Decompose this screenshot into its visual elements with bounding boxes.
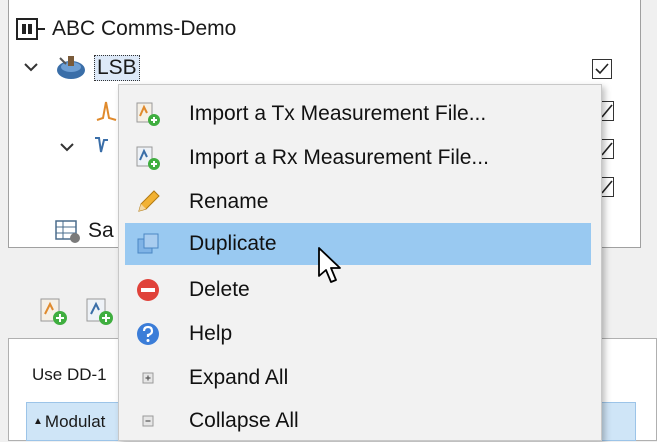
collapse-icon [142, 415, 154, 427]
import-tx-toolbar-button[interactable] [38, 296, 68, 326]
expand-icon [142, 372, 154, 384]
tree-item-tx-measurement[interactable] [96, 96, 118, 122]
menu-item-help[interactable]: Help [125, 313, 591, 355]
tree-item-save-label: Sa [88, 219, 114, 242]
mouse-pointer-icon [318, 247, 341, 283]
tree-root-row[interactable]: ABC Comms-Demo [16, 16, 236, 42]
satellite-icon [57, 56, 85, 79]
menu-item-duplicate[interactable]: Duplicate [125, 223, 591, 265]
menu-item-label: Rename [189, 190, 269, 213]
project-icon [16, 18, 45, 40]
context-menu: Import a Tx Measurement File... Import a… [118, 84, 602, 441]
menu-item-expand-all[interactable]: Expand All [125, 357, 591, 399]
spreadsheet-icon [55, 220, 80, 243]
tree-item-lsb[interactable]: LSB [54, 54, 140, 82]
use-dd-label: Use DD-1 [32, 365, 107, 384]
import-rx-toolbar-button[interactable] [84, 296, 114, 326]
help-icon [137, 323, 159, 345]
menu-item-label: Duplicate [189, 232, 277, 255]
spectrum-blue-icon [95, 137, 108, 153]
menu-item-label: Import a Tx Measurement File... [189, 102, 487, 125]
import-rx-icon [136, 146, 160, 170]
sort-ascending-icon: ▲ [33, 416, 43, 427]
delete-icon [137, 279, 159, 301]
menu-item-delete[interactable]: Delete [125, 269, 591, 311]
chevron-down-icon[interactable] [22, 58, 40, 76]
menu-item-label: Delete [189, 278, 250, 301]
menu-item-import-tx[interactable]: Import a Tx Measurement File... [125, 93, 591, 135]
menu-item-rename[interactable]: Rename [125, 181, 591, 223]
menu-item-label: Import a Rx Measurement File... [189, 146, 489, 169]
chevron-down-icon[interactable] [58, 138, 76, 156]
menu-item-label: Expand All [189, 366, 289, 389]
import-rx-icon [86, 298, 113, 325]
menu-item-collapse-all[interactable]: Collapse All [125, 400, 591, 442]
menu-item-label: Collapse All [189, 409, 299, 432]
lsb-checkbox[interactable] [592, 59, 612, 79]
pencil-icon [138, 190, 160, 212]
import-tx-icon [136, 102, 160, 126]
import-tx-icon [40, 298, 67, 325]
spectrum-orange-icon [96, 101, 117, 121]
tree-item-rx-measurement[interactable] [94, 134, 116, 160]
menu-item-import-rx[interactable]: Import a Rx Measurement File... [125, 137, 591, 179]
menu-item-label: Help [189, 322, 233, 345]
modulation-header-label: Modulat [44, 411, 106, 431]
tree-item-save[interactable]: Sa [54, 218, 114, 244]
tree-root-label: ABC Comms-Demo [52, 17, 237, 40]
duplicate-icon [137, 233, 159, 254]
tree-item-lsb-label: LSB [94, 55, 140, 81]
